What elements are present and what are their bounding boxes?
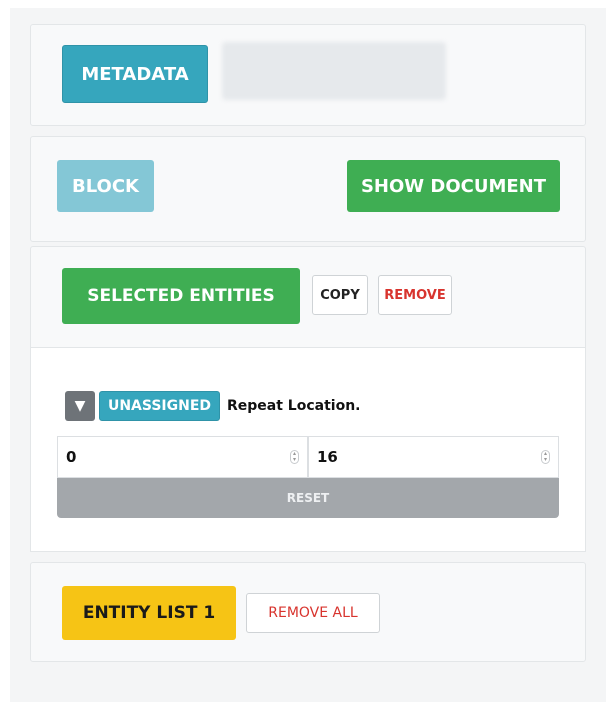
- stepper-icon[interactable]: ▴ ▾: [290, 450, 299, 464]
- stepper-icon[interactable]: ▴ ▾: [541, 450, 550, 464]
- reset-button[interactable]: RESET: [57, 478, 559, 518]
- copy-button[interactable]: COPY: [312, 275, 368, 315]
- start-offset-value: 0: [66, 448, 77, 466]
- remove-button[interactable]: REMOVE: [378, 275, 452, 315]
- triangle-down-icon[interactable]: ▼: [65, 391, 95, 421]
- metadata-value-redacted: [222, 42, 446, 100]
- unassigned-badge[interactable]: UNASSIGNED: [99, 391, 220, 421]
- metadata-button[interactable]: METADATA: [62, 45, 208, 103]
- show-document-button[interactable]: SHOW DOCUMENT: [347, 160, 560, 212]
- sidebar-container: METADATA BLOCK SHOW DOCUMENT SELECTED EN…: [10, 8, 606, 702]
- end-offset-input[interactable]: 16 ▴ ▾: [308, 436, 559, 478]
- remove-all-button[interactable]: REMOVE ALL: [246, 593, 380, 633]
- selected-entities-button[interactable]: SELECTED ENTITIES: [62, 268, 300, 324]
- entity-text: Repeat Location.: [227, 398, 361, 414]
- block-button[interactable]: BLOCK: [57, 160, 154, 212]
- start-offset-input[interactable]: 0 ▴ ▾: [57, 436, 308, 478]
- entity-list-button[interactable]: ENTITY LIST 1: [62, 586, 236, 640]
- end-offset-value: 16: [317, 448, 338, 466]
